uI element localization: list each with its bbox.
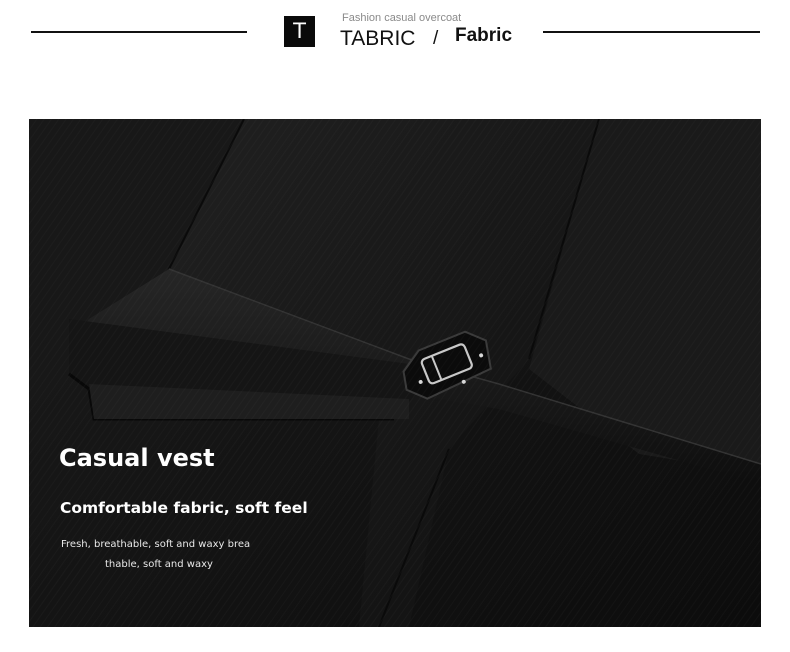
caption-title: Casual vest bbox=[59, 444, 215, 472]
header-title-fabric: Fabric bbox=[455, 25, 513, 46]
fabric-detail-photo bbox=[29, 119, 761, 627]
header-separator: / bbox=[433, 28, 439, 49]
header-subtitle: Fashion casual overcoat bbox=[342, 12, 462, 24]
header-rule-right bbox=[543, 31, 760, 33]
caption-body-line: thable, soft and waxy bbox=[105, 559, 213, 570]
vest-back-illustration bbox=[29, 119, 761, 627]
header-title: TABRIC bbox=[340, 27, 416, 50]
caption-subtitle: Comfortable fabric, soft feel bbox=[60, 499, 308, 517]
twill-texture bbox=[29, 119, 761, 627]
caption-body-line: Fresh, breathable, soft and waxy brea bbox=[61, 539, 251, 550]
title-letter-badge: T bbox=[284, 16, 315, 47]
header-rule-left bbox=[31, 31, 247, 33]
